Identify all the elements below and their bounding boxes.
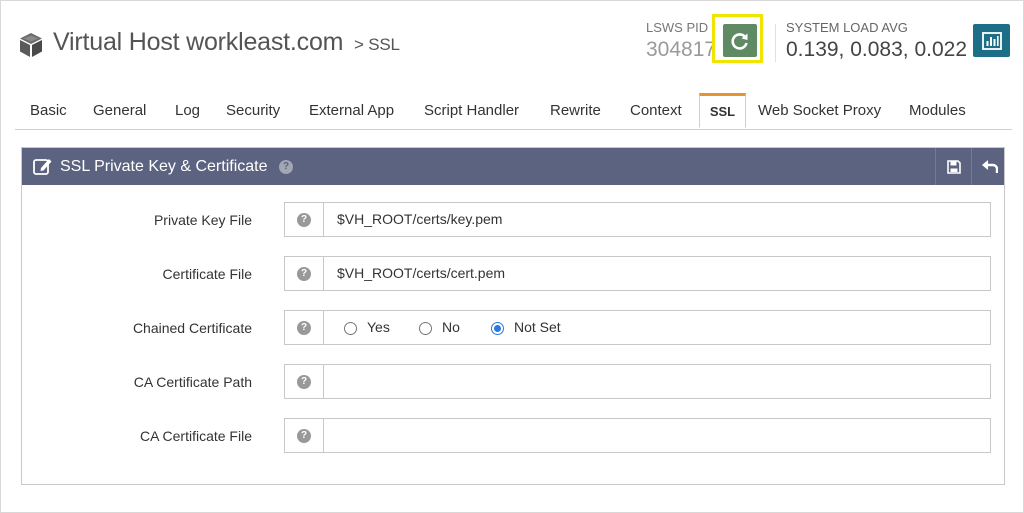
ca-certificate-file-label: CA Certificate File <box>139 428 252 444</box>
tab-web-socket-proxy[interactable]: Web Socket Proxy <box>758 94 881 129</box>
restart-button[interactable] <box>723 24 757 57</box>
question-circle-icon: ? <box>297 266 311 281</box>
panel-title: SSL Private Key & Certificate <box>60 158 268 175</box>
load-label: SYSTEM LOAD AVG <box>786 20 908 35</box>
pid-label: LSWS PID <box>646 20 709 35</box>
save-icon <box>947 159 961 174</box>
ca-certificate-path-label: CA Certificate Path <box>133 374 252 390</box>
save-button[interactable] <box>935 148 972 185</box>
tab-bar: Basic General Log Security External App … <box>15 93 1012 130</box>
certificate-help-button[interactable]: ? <box>284 256 324 291</box>
question-circle-icon[interactable]: ? <box>279 160 293 174</box>
radio-yes-label: Yes <box>367 319 390 335</box>
breadcrumb: > SSL <box>354 35 400 54</box>
tab-script-handler[interactable]: Script Handler <box>424 94 519 129</box>
tab-security[interactable]: Security <box>226 94 280 129</box>
radio-yes[interactable] <box>344 322 357 335</box>
page-title: Virtual Host workleast.com > SSL <box>53 28 400 57</box>
question-circle-icon: ? <box>297 428 311 443</box>
question-circle-icon: ? <box>297 320 311 335</box>
back-button[interactable] <box>971 148 1008 185</box>
tab-rewrite[interactable]: Rewrite <box>550 94 601 129</box>
private-key-help-button[interactable]: ? <box>284 202 324 237</box>
tab-context[interactable]: Context <box>630 94 682 129</box>
ca-file-help-button[interactable]: ? <box>284 418 324 453</box>
edit-icon <box>33 159 52 175</box>
cube-icon <box>20 33 42 57</box>
chained-certificate-help-button[interactable]: ? <box>284 310 324 345</box>
vhost-name: Virtual Host workleast.com <box>53 28 344 56</box>
tab-ssl[interactable]: SSL <box>699 93 746 128</box>
radio-not-set[interactable] <box>491 322 504 335</box>
load-chart-button[interactable] <box>973 24 1010 57</box>
question-circle-icon: ? <box>297 374 311 389</box>
load-value: 0.139, 0.083, 0.022 <box>786 38 967 61</box>
certificate-file-label: Certificate File <box>162 266 252 282</box>
question-circle-icon: ? <box>297 212 311 227</box>
chained-certificate-options: Yes No Not Set <box>323 310 991 345</box>
tab-log[interactable]: Log <box>175 94 200 129</box>
certificate-file-value: $VH_ROOT/certs/cert.pem <box>323 256 991 291</box>
tab-general[interactable]: General <box>93 94 146 129</box>
private-key-file-value: $VH_ROOT/certs/key.pem <box>323 202 991 237</box>
ca-certificate-file-value <box>323 418 991 453</box>
pid-value: 304817 <box>646 38 717 61</box>
ca-certificate-path-value <box>323 364 991 399</box>
restart-icon <box>731 32 748 50</box>
undo-arrow-icon <box>982 159 998 173</box>
tab-modules[interactable]: Modules <box>909 94 966 129</box>
radio-no[interactable] <box>419 322 432 335</box>
tab-external-app[interactable]: External App <box>309 94 394 129</box>
tab-basic[interactable]: Basic <box>30 94 67 129</box>
ca-path-help-button[interactable]: ? <box>284 364 324 399</box>
panel-header: SSL Private Key & Certificate ? <box>22 148 1004 185</box>
radio-not-set-label: Not Set <box>514 319 561 335</box>
radio-no-label: No <box>442 319 460 335</box>
bar-chart-icon <box>981 31 1002 50</box>
private-key-file-label: Private Key File <box>153 212 252 228</box>
ssl-panel: SSL Private Key & Certificate ? Private … <box>21 147 1005 485</box>
chained-certificate-label: Chained Certificate <box>132 320 252 336</box>
header-divider <box>775 24 776 62</box>
